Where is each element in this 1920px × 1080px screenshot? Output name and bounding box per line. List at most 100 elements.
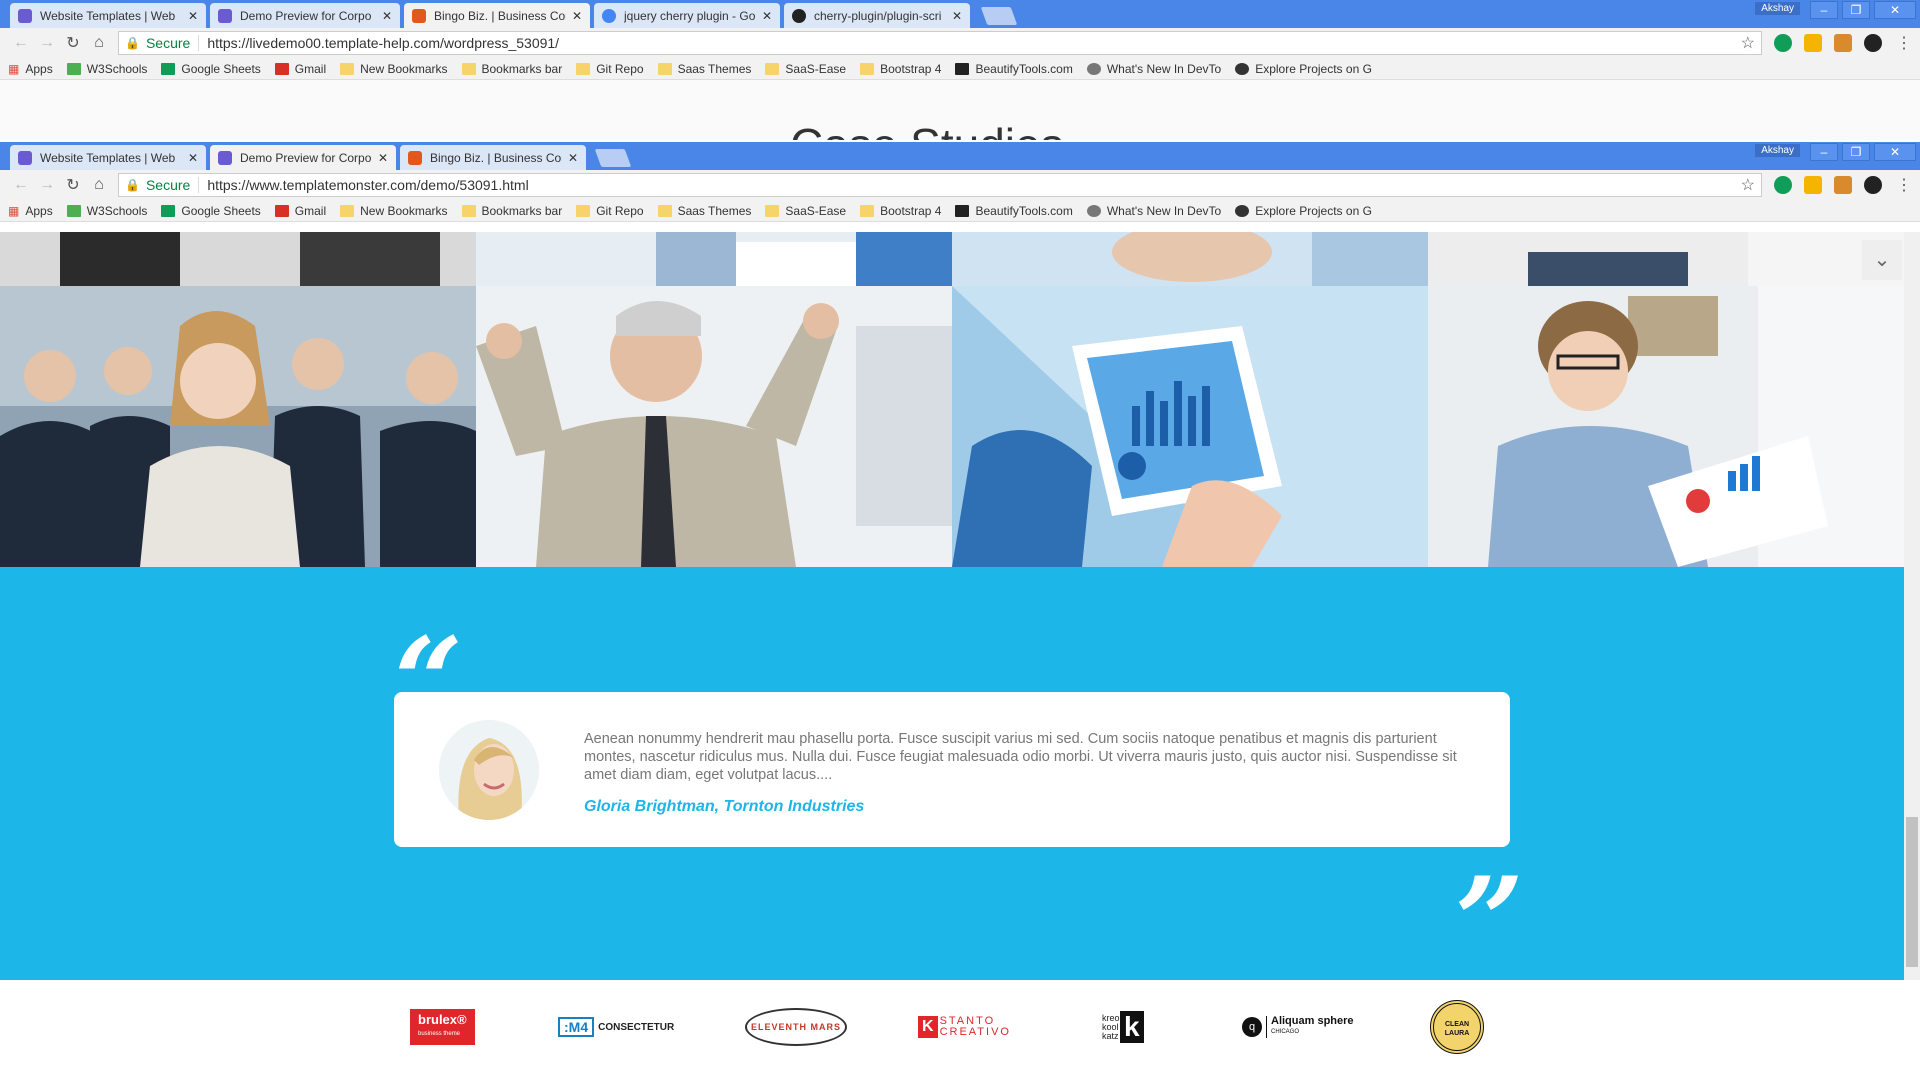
home-icon[interactable]: ⌂ [86,34,112,52]
bookmark-apps[interactable]: ▦ Apps [8,62,53,76]
chevron-down-icon[interactable]: ⌄ [1862,240,1902,280]
close-icon[interactable]: ✕ [382,9,392,23]
bookmark-whats-new-devtools[interactable]: What's New In DevTo [1086,62,1221,76]
reload-icon[interactable]: ↻ [60,175,86,195]
logo-brulex[interactable]: brulex® business theme [410,1002,475,1052]
bookmark-new-bookmarks[interactable]: New Bookmarks [340,62,448,76]
minimize-button[interactable]: – [1810,1,1838,19]
close-icon[interactable]: ✕ [762,9,772,23]
bookmark-explore-projects[interactable]: Explore Projects on G [1235,62,1372,76]
folder-icon [576,204,591,217]
close-icon[interactable]: ✕ [188,9,198,23]
back-tab-jquery-cherry[interactable]: jquery cherry plugin - Go ✕ [594,3,780,28]
gallery-photo-tablet-chart[interactable] [952,286,1428,567]
logo-kreo-kool-katz[interactable]: kreo kool katz k [1102,1002,1144,1052]
bookmark-google-sheets[interactable]: Google Sheets [161,204,261,218]
extension-star-icon[interactable] [1804,176,1822,194]
bookmark-saas-ease[interactable]: SaaS-Ease [765,204,846,218]
reload-icon[interactable]: ↻ [60,33,86,53]
close-window-button[interactable]: ✕ [1874,143,1916,161]
back-omnibox[interactable]: 🔒 Secure https://livedemo00.template-hel… [118,31,1762,55]
back-tab-demo-preview[interactable]: Demo Preview for Corpo ✕ [210,3,400,28]
bookmark-explore-projects[interactable]: Explore Projects on G [1235,204,1372,218]
logo-eleventh-mars[interactable]: ELEVENTH MARS [745,1002,848,1052]
bookmark-bookmarks-bar[interactable]: Bookmarks bar [461,62,562,76]
bookmark-bootstrap-4[interactable]: Bootstrap 4 [860,62,941,76]
bookmark-saas-themes[interactable]: Saas Themes [657,62,751,76]
extension-dark-icon[interactable] [1864,176,1882,194]
github-icon [792,8,806,23]
omnibox[interactable]: 🔒 Secure https://www.templatemonster.com… [118,173,1762,197]
devto-icon [1086,204,1101,217]
star-icon[interactable]: ☆ [1741,175,1755,195]
menu-icon[interactable]: ⋮ [1896,175,1912,195]
gallery-photo-top-2[interactable] [476,232,952,286]
close-icon[interactable]: ✕ [378,151,388,165]
bookmark-saas-ease[interactable]: SaaS-Ease [765,62,846,76]
bookmark-beautifytools[interactable]: BeautifyTools.com [955,62,1073,76]
gallery-photo-woman-reading[interactable] [1428,286,1904,567]
close-icon[interactable]: ✕ [188,151,198,165]
restore-button[interactable]: ❐ [1842,1,1870,19]
back-tab-cherry-plugin[interactable]: cherry-plugin/plugin-scri ✕ [784,3,970,28]
bookmark-w3schools[interactable]: W3Schools [66,204,147,218]
close-icon[interactable]: ✕ [572,9,582,23]
google-icon [602,8,616,23]
bookmark-w3schools[interactable]: W3Schools [66,62,147,76]
close-icon[interactable]: ✕ [568,151,578,165]
new-tab-button[interactable] [594,149,632,167]
bookmark-beautifytools[interactable]: BeautifyTools.com [955,204,1073,218]
logo-m4[interactable]: :M4 CONSECTETUR [558,1002,674,1052]
secure-label: Secure [146,35,200,51]
back-icon[interactable]: ← [8,176,34,194]
extension-green-icon[interactable] [1774,34,1792,52]
extension-dark-icon[interactable] [1864,34,1882,52]
gallery-photo-top-4[interactable] [1428,232,1904,286]
tab-bingo-biz[interactable]: Bingo Biz. | Business Con ✕ [400,145,586,170]
url-text[interactable]: https://www.templatemonster.com/demo/530… [207,177,1740,193]
close-icon[interactable]: ✕ [952,9,962,23]
back-tab-website-templates[interactable]: Website Templates | Web ✕ [10,3,206,28]
gallery-photo-top-3[interactable] [952,232,1428,286]
forward-icon[interactable]: → [34,34,60,52]
extension-hammer-icon[interactable] [1834,34,1852,52]
minimize-button[interactable]: – [1810,143,1838,161]
extension-hammer-icon[interactable] [1834,176,1852,194]
bookmark-saas-themes[interactable]: Saas Themes [657,204,751,218]
bookmark-whats-new-devtools[interactable]: What's New In DevTo [1086,204,1221,218]
back-icon[interactable]: ← [8,34,34,52]
gallery-photo-celebration[interactable] [476,286,952,567]
bookmark-gmail[interactable]: Gmail [274,62,326,76]
user-badge[interactable]: Akshay [1755,2,1800,15]
bookmark-git-repo[interactable]: Git Repo [576,204,644,218]
url-text[interactable]: https://livedemo00.template-help.com/wor… [207,35,1740,51]
back-tab-bingo-biz[interactable]: Bingo Biz. | Business Con ✕ [404,3,590,28]
page-scrollbar[interactable] [1904,232,1920,980]
close-window-button[interactable]: ✕ [1874,1,1916,19]
bookmark-git-repo[interactable]: Git Repo [576,62,644,76]
user-badge[interactable]: Akshay [1755,144,1800,157]
gallery-photo-team[interactable] [0,286,476,567]
logo-aliquam-sphere[interactable]: q Aliquam sphere CHICAGO [1242,1002,1354,1052]
extension-green-icon[interactable] [1774,176,1792,194]
logo-clean-laura[interactable]: CLEAN LAURA [1430,1000,1484,1054]
bookmark-gmail[interactable]: Gmail [274,204,326,218]
gallery-photo-top-1[interactable] [0,232,476,286]
folder-icon [340,62,355,75]
restore-button[interactable]: ❐ [1842,143,1870,161]
menu-icon[interactable]: ⋮ [1896,33,1912,53]
bookmark-apps[interactable]: ▦ Apps [8,204,53,218]
new-tab-button[interactable] [980,7,1018,25]
scrollbar-thumb[interactable] [1906,817,1918,967]
logo-stanto-creativo[interactable]: K STANTO CREATIVO [918,1002,1011,1052]
bookmark-bookmarks-bar[interactable]: Bookmarks bar [461,204,562,218]
bookmark-google-sheets[interactable]: Google Sheets [161,62,261,76]
star-icon[interactable]: ☆ [1741,33,1755,53]
tab-demo-preview[interactable]: Demo Preview for Corpo ✕ [210,145,396,170]
forward-icon[interactable]: → [34,176,60,194]
bookmark-new-bookmarks[interactable]: New Bookmarks [340,204,448,218]
tab-website-templates[interactable]: Website Templates | Web ✕ [10,145,206,170]
extension-star-icon[interactable] [1804,34,1822,52]
bookmark-bootstrap-4[interactable]: Bootstrap 4 [860,204,941,218]
home-icon[interactable]: ⌂ [86,176,112,194]
